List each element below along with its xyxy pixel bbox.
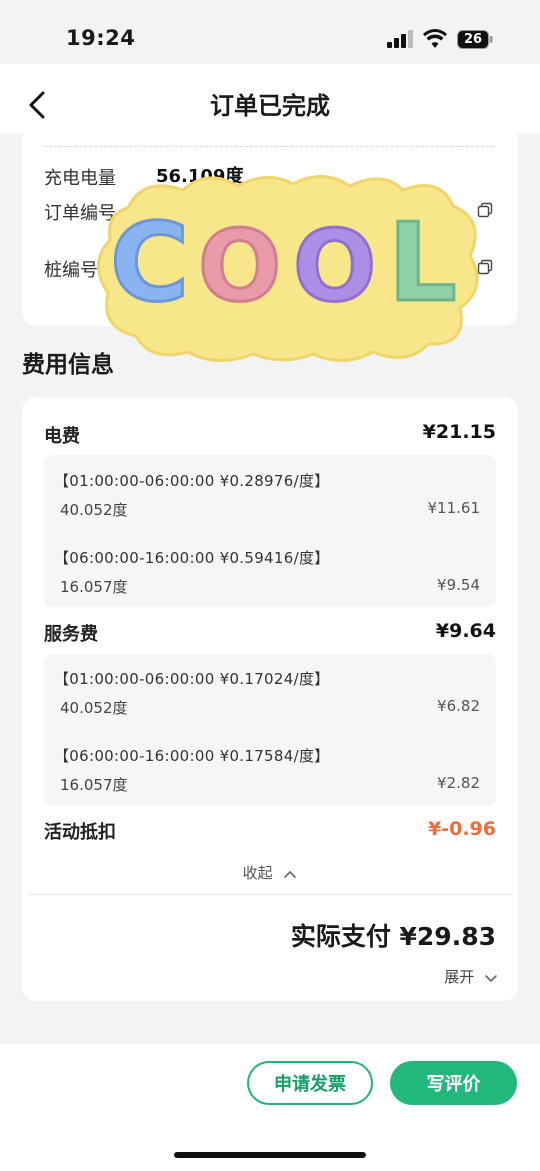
tier-kwh: 16.057度 bbox=[60, 776, 128, 794]
electricity-fee-label: 电费 bbox=[44, 426, 80, 447]
chevron-down-icon bbox=[485, 974, 497, 982]
expand-button[interactable]: 展开 bbox=[444, 966, 498, 987]
sticker-letter: O bbox=[198, 210, 281, 324]
service-fee-label: 服务费 bbox=[44, 624, 98, 645]
tier-amount: ¥11.61 bbox=[427, 499, 481, 517]
tier-range: 【01:00:00-06:00:00 ¥0.28976/度】 bbox=[54, 472, 330, 490]
chevron-up-icon bbox=[284, 870, 297, 878]
discount-value: ¥-0.96 bbox=[428, 818, 496, 840]
electricity-fee-total: ¥21.15 bbox=[422, 421, 496, 443]
tier-kwh: 40.052度 bbox=[60, 699, 128, 717]
divider bbox=[28, 894, 512, 895]
tier-amount: ¥6.82 bbox=[437, 697, 480, 715]
sticker-letter: C bbox=[110, 201, 189, 326]
page-title: 订单已完成 bbox=[210, 92, 330, 120]
discount-label: 活动抵扣 bbox=[44, 822, 116, 843]
sticker-letter: O bbox=[293, 210, 376, 324]
wifi-icon bbox=[423, 29, 447, 48]
expand-label: 展开 bbox=[444, 968, 475, 986]
fee-section-title: 费用信息 bbox=[22, 352, 114, 378]
sticker-letter: L bbox=[388, 201, 457, 326]
status-time: 19:24 bbox=[66, 26, 136, 50]
cool-sticker: C O O L bbox=[97, 175, 479, 363]
tier-range: 【06:00:00-16:00:00 ¥0.17584/度】 bbox=[54, 747, 330, 765]
actual-payment: 实际支付 ¥29.83 bbox=[290, 922, 496, 951]
tier-range: 【01:00:00-06:00:00 ¥0.17024/度】 bbox=[54, 670, 330, 688]
apply-invoice-button[interactable]: 申请发票 bbox=[247, 1061, 373, 1105]
battery-icon: 26 bbox=[457, 30, 493, 49]
collapse-label: 收起 bbox=[242, 864, 273, 882]
tier-amount: ¥2.82 bbox=[437, 774, 480, 792]
cellular-signal-icon bbox=[387, 30, 413, 48]
tier-amount: ¥9.54 bbox=[437, 576, 480, 594]
collapse-button[interactable]: 收起 bbox=[0, 862, 540, 883]
service-fee-total: ¥9.64 bbox=[435, 620, 496, 642]
dashed-divider bbox=[44, 146, 494, 147]
write-review-button[interactable]: 写评价 bbox=[390, 1061, 517, 1105]
battery-level: 26 bbox=[463, 32, 483, 47]
home-indicator[interactable] bbox=[174, 1152, 366, 1158]
tier-range: 【06:00:00-16:00:00 ¥0.59416/度】 bbox=[54, 549, 330, 567]
tier-kwh: 40.052度 bbox=[60, 501, 128, 519]
tier-kwh: 16.057度 bbox=[60, 578, 128, 596]
